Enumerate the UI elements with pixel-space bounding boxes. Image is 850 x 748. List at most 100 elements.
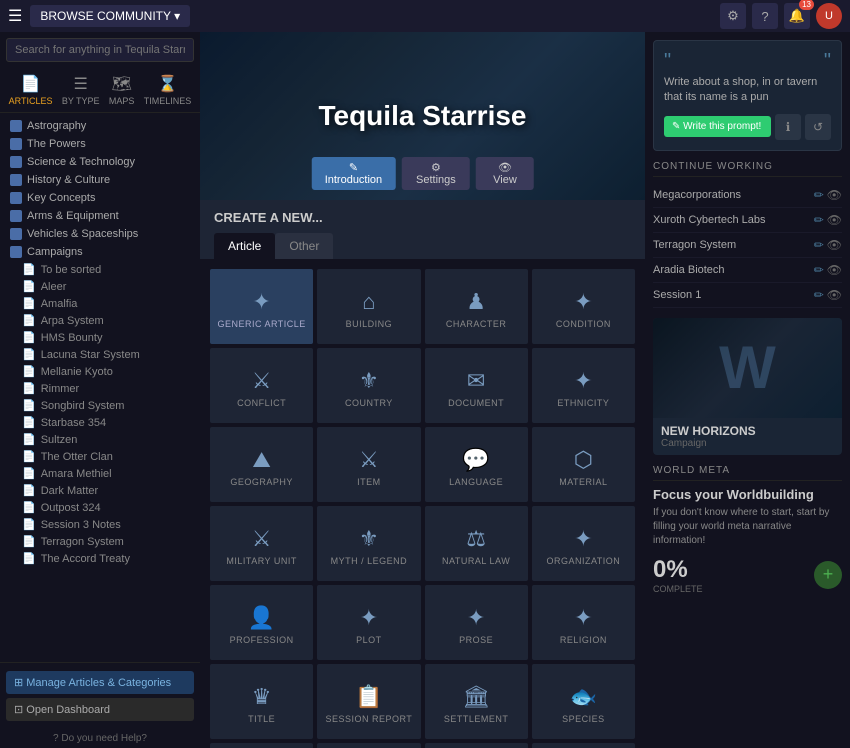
category-powers[interactable]: The Powers [0,135,200,153]
complete-label: COMPLETE [653,584,703,594]
item-otter-clan[interactable]: 📄The Otter Clan [0,448,200,465]
view-xuroth-icon[interactable]: 👁 [827,213,842,227]
nav-timelines[interactable]: ⌛ TIMELINES [144,74,192,106]
edit-xuroth-icon[interactable]: ✏ [814,213,824,227]
category-science[interactable]: Science & Technology [0,153,200,171]
notifications-icon[interactable]: 🔔 [784,3,810,29]
aradia-name: Aradia Biotech [653,264,810,276]
grid-plot[interactable]: ✦ PLOT [317,585,420,660]
grid-language[interactable]: 💬 LANGUAGE [425,427,528,502]
grid-item[interactable]: ⚔ ITEM [317,427,420,502]
top-icons: ⚙ ? 🔔 U [720,3,842,29]
grid-organization[interactable]: ✦ ORGANIZATION [532,506,635,581]
grid-generic-article[interactable]: ✦ GENERIC ARTICLE [210,269,313,344]
grid-myth-legend[interactable]: ⚜ MYTH / LEGEND [317,506,420,581]
article-grid: ✦ GENERIC ARTICLE ⌂ BUILDING ♟ CHARACTER… [210,269,635,748]
item-to-be-sorted[interactable]: 📄To be sorted [0,261,200,278]
item-aleer[interactable]: 📄Aleer [0,278,200,295]
category-campaigns[interactable]: Campaigns [0,243,200,261]
grid-species[interactable]: 🐟 SPECIES [532,664,635,739]
grid-document[interactable]: ✉ DOCUMENT [425,348,528,423]
sidebar-actions: ⊞ Manage Articles & Categories ⊡ Open Da… [0,662,200,729]
item-mellanie[interactable]: 📄Mellanie Kyoto [0,363,200,380]
grid-country[interactable]: ⚜ COUNTRY [317,348,420,423]
item-amara[interactable]: 📄Amara Methiel [0,465,200,482]
manage-articles-button[interactable]: ⊞ Manage Articles & Categories [6,671,194,694]
item-lacuna[interactable]: 📄Lacuna Star System [0,346,200,363]
edit-megacorporations-icon[interactable]: ✏ [814,188,824,202]
item-amalfia[interactable]: 📄Amalfia [0,295,200,312]
conflict-icon: ⚔ [252,368,272,394]
grid-session-report[interactable]: 📋 SESSION REPORT [317,664,420,739]
settings-icon[interactable]: ⚙ [720,3,746,29]
edit-aradia-icon[interactable]: ✏ [814,263,824,277]
tab-other[interactable]: Other [275,233,333,259]
info-button[interactable]: ℹ [775,114,801,140]
grid-vehicle[interactable]: 🚗 VEHICLE [532,743,635,748]
grid-conflict[interactable]: ⚔ CONFLICT [210,348,313,423]
grid-ethnicity[interactable]: ✦ ETHNICITY [532,348,635,423]
view-terragon-icon[interactable]: 👁 [827,238,842,252]
banner-buttons: ✎ Introduction ⚙ Settings 👁 View [311,157,534,190]
grid-material[interactable]: ⬡ MATERIAL [532,427,635,502]
add-meta-button[interactable]: + [814,561,842,589]
item-starbase[interactable]: 📄Starbase 354 [0,414,200,431]
item-terragon[interactable]: 📄Terragon System [0,533,200,550]
item-accord-treaty[interactable]: 📄The Accord Treaty [0,550,200,567]
refresh-button[interactable]: ↺ [805,114,831,140]
view-aradia-icon[interactable]: 👁 [827,263,842,277]
help-icon[interactable]: ? [752,3,778,29]
browse-community-button[interactable]: BROWSE COMMUNITY ▾ [30,5,190,27]
item-sultzen[interactable]: 📄Sultzen [0,431,200,448]
grid-religion[interactable]: ✦ RELIGION [532,585,635,660]
ethnicity-label: ETHNICITY [557,398,609,408]
nav-articles[interactable]: 📄 ARTICLES [9,74,53,106]
category-key[interactable]: Key Concepts [0,189,200,207]
edit-session1-icon[interactable]: ✏ [814,288,824,302]
settings-button[interactable]: ⚙ Settings [402,157,471,190]
nav-maps-label: MAPS [109,96,135,106]
nav-bytype[interactable]: ☰ BY TYPE [62,74,100,106]
tab-article[interactable]: Article [214,233,275,259]
view-button[interactable]: 👁 View [476,157,534,190]
intro-button[interactable]: ✎ Introduction [311,157,395,190]
grid-military-unit[interactable]: ⚔ MILITARY UNIT [210,506,313,581]
item-hms-bounty[interactable]: 📄HMS Bounty [0,329,200,346]
sidebar-help[interactable]: ? Do you need Help? [0,729,200,748]
grid-building[interactable]: ⌂ BUILDING [317,269,420,344]
grid-condition[interactable]: ✦ CONDITION [532,269,635,344]
open-dashboard-button[interactable]: ⊡ Open Dashboard [6,698,194,721]
search-input[interactable] [6,38,194,62]
category-arms[interactable]: Arms & Equipment [0,207,200,225]
grid-title[interactable]: ♛ TITLE [210,664,313,739]
terragon-actions: ✏ 👁 [814,238,842,252]
item-arpa-system[interactable]: 📄Arpa System [0,312,200,329]
grid-spell[interactable]: ✨ SPELL [210,743,313,748]
item-rimmer[interactable]: 📄Rimmer [0,380,200,397]
grid-settlement[interactable]: 🏛 SETTLEMENT [425,664,528,739]
grid-geography[interactable]: ⛰ GEOGRAPHY [210,427,313,502]
grid-technology[interactable]: ⚙ TECHNOLOGY [317,743,420,748]
category-vehicles[interactable]: Vehicles & Spaceships [0,225,200,243]
view-session1-icon[interactable]: 👁 [827,288,842,302]
grid-natural-law[interactable]: ⚖ NATURAL LAW [425,506,528,581]
category-astrography[interactable]: Astrography [0,117,200,135]
hamburger-icon[interactable]: ☰ [8,6,22,26]
grid-profession[interactable]: 👤 PROFESSION [210,585,313,660]
campaign-info: NEW HORIZONS Campaign [653,418,842,455]
item-outpost[interactable]: 📄Outpost 324 [0,499,200,516]
country-label: COUNTRY [345,398,393,408]
item-dark-matter[interactable]: 📄Dark Matter [0,482,200,499]
grid-prose[interactable]: ✦ PROSE [425,585,528,660]
nav-maps[interactable]: 🗺 MAPS [109,74,135,106]
avatar[interactable]: U [816,3,842,29]
view-megacorporations-icon[interactable]: 👁 [827,188,842,202]
grid-tradition[interactable]: ♥ TRADITION [425,743,528,748]
grid-character[interactable]: ♟ CHARACTER [425,269,528,344]
campaign-card[interactable]: W NEW HORIZONS Campaign [653,318,842,455]
item-songbird[interactable]: 📄Songbird System [0,397,200,414]
edit-terragon-icon[interactable]: ✏ [814,238,824,252]
write-prompt-button[interactable]: ✎ Write this prompt! [664,116,771,137]
item-session3[interactable]: 📄Session 3 Notes [0,516,200,533]
category-history[interactable]: History & Culture [0,171,200,189]
